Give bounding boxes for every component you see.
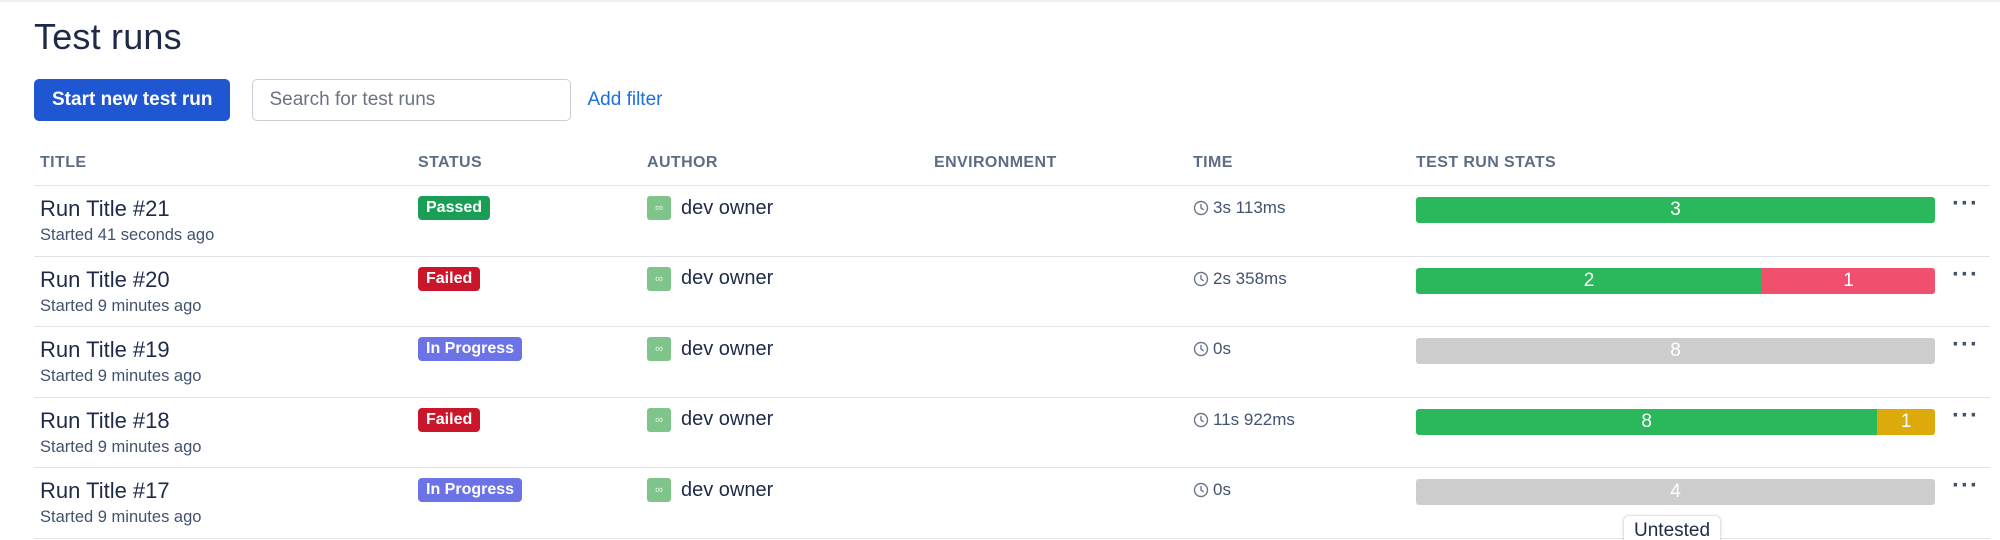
time-cell: 2s 358ms: [1193, 269, 1287, 289]
search-input[interactable]: [252, 79, 572, 121]
infinity-avatar-icon: ∞: [647, 266, 671, 291]
run-started-text: Started 9 minutes ago: [40, 508, 202, 526]
test-run-stats-bar[interactable]: 21: [1416, 267, 1935, 294]
run-started-text: Started 41 seconds ago: [40, 226, 215, 244]
stats-tooltip: Untested: [1623, 515, 1722, 540]
run-duration: 2s 358ms: [1213, 268, 1287, 288]
clock-icon: [1193, 200, 1209, 216]
column-header-title[interactable]: TITLE: [40, 154, 86, 172]
time-cell: 0s: [1193, 339, 1231, 359]
test-run-stats-bar[interactable]: 8: [1416, 338, 1935, 364]
table-row[interactable]: Run Title #21 Started 41 seconds ago Passe…: [34, 186, 1990, 257]
status-badge: Failed: [418, 407, 481, 432]
run-duration: 0s: [1213, 339, 1231, 358]
author-name: dev owner: [681, 478, 774, 501]
more-horizontal-icon[interactable]: ···: [1952, 192, 1979, 216]
add-filter-link[interactable]: Add filter: [587, 89, 662, 111]
time-cell: 3s 113ms: [1193, 198, 1285, 218]
table-row[interactable]: Run Title #18 Started 9 minutes ago Failed…: [34, 398, 1990, 468]
time-cell: 0s: [1193, 480, 1231, 500]
author-cell: ∞ dev owner: [647, 407, 774, 432]
clock-icon: [1193, 271, 1209, 286]
table-body: Run Title #21 Started 41 seconds ago Passe…: [34, 186, 1990, 539]
author-name: dev owner: [681, 196, 774, 219]
time-cell: 11s 922ms: [1193, 410, 1295, 430]
run-duration: 3s 113ms: [1213, 198, 1286, 217]
infinity-avatar-icon: ∞: [647, 337, 671, 361]
stats-segment[interactable]: 4: [1416, 479, 1935, 505]
author-name: dev owner: [681, 337, 774, 360]
status-badge: In Progress: [418, 337, 523, 361]
stats-segment[interactable]: 3: [1416, 197, 1935, 223]
table-row[interactable]: Run Title #20 Started 9 minutes ago Failed…: [34, 257, 1990, 327]
stats-segment[interactable]: 8: [1416, 408, 1878, 435]
status-badge: Failed: [418, 266, 481, 291]
infinity-avatar-icon: ∞: [647, 478, 671, 502]
table-row[interactable]: Run Title #19 Started 9 minutes ago In Pro…: [34, 327, 1990, 398]
run-title-link[interactable]: Run Title #17: [40, 478, 170, 504]
test-runs-table: TITLE STATUS AUTHOR ENVIRONMENT TIME TES…: [34, 146, 1990, 539]
page-title: Test runs: [34, 16, 182, 57]
run-started-text: Started 9 minutes ago: [40, 367, 202, 385]
run-title-link[interactable]: Run Title #21: [40, 196, 170, 222]
column-header-environment[interactable]: ENVIRONMENT: [934, 154, 1057, 172]
column-header-time[interactable]: TIME: [1193, 154, 1233, 172]
run-title-link[interactable]: Run Title #20: [40, 267, 170, 293]
toolbar: Start new test run Add filter: [34, 79, 662, 121]
more-horizontal-icon[interactable]: ···: [1952, 333, 1979, 357]
more-horizontal-icon[interactable]: ···: [1952, 474, 1979, 498]
column-header-test-run-stats[interactable]: TEST RUN STATS: [1416, 154, 1556, 172]
run-started-text: Started 9 minutes ago: [40, 296, 202, 315]
run-duration: 0s: [1213, 480, 1231, 499]
stats-segment[interactable]: 8: [1416, 338, 1935, 364]
clock-icon: [1193, 412, 1209, 427]
test-run-stats-bar[interactable]: 81: [1416, 408, 1935, 435]
clock-icon: [1193, 482, 1209, 498]
status-badge: In Progress: [418, 478, 523, 502]
author-cell: ∞ dev owner: [647, 337, 773, 361]
stats-segment[interactable]: 2: [1416, 267, 1762, 294]
more-horizontal-icon[interactable]: ···: [1952, 262, 1979, 286]
run-title-link[interactable]: Run Title #19: [40, 337, 170, 363]
author-cell: ∞ dev owner: [647, 478, 773, 502]
stats-segment[interactable]: 1: [1877, 408, 1935, 435]
infinity-avatar-icon: ∞: [647, 196, 671, 220]
clock-icon: [1193, 341, 1209, 357]
run-title-link[interactable]: Run Title #18: [40, 408, 170, 434]
more-horizontal-icon[interactable]: ···: [1952, 403, 1979, 427]
infinity-avatar-icon: ∞: [647, 407, 671, 432]
run-duration: 11s 922ms: [1213, 409, 1295, 429]
test-run-stats-bar[interactable]: 4: [1416, 479, 1935, 505]
author-cell: ∞ dev owner: [647, 266, 774, 291]
author-name: dev owner: [681, 408, 774, 430]
test-run-stats-bar[interactable]: 3: [1416, 197, 1935, 223]
author-cell: ∞ dev owner: [647, 196, 773, 220]
stats-segment[interactable]: 1: [1762, 267, 1935, 294]
top-divider: [0, 0, 2000, 2]
author-name: dev owner: [681, 267, 774, 289]
start-new-test-run-button[interactable]: Start new test run: [34, 79, 231, 121]
status-badge: Passed: [418, 196, 491, 220]
run-started-text: Started 9 minutes ago: [40, 437, 202, 456]
column-header-status[interactable]: STATUS: [418, 154, 482, 172]
table-header: TITLE STATUS AUTHOR ENVIRONMENT TIME TES…: [34, 146, 1990, 186]
column-header-author[interactable]: AUTHOR: [647, 154, 718, 172]
